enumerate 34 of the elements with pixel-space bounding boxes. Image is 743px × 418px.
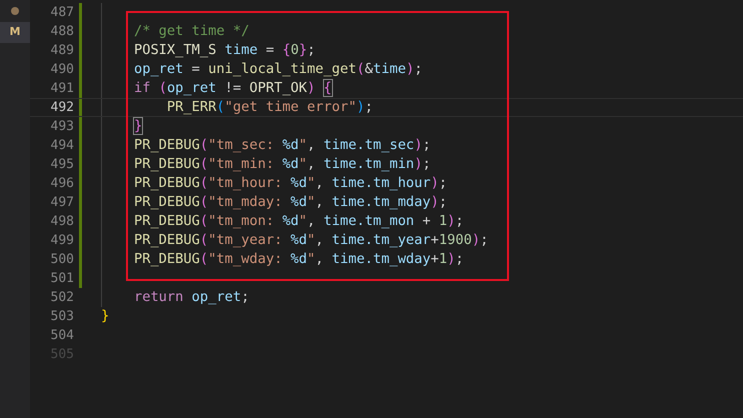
line-number: 501 xyxy=(50,270,74,288)
code-line: PR_DEBUG("tm_sec: %d", time.tm_sec); xyxy=(132,136,431,155)
line-number: 499 xyxy=(50,232,74,250)
code-line: PR_DEBUG("tm_min: %d", time.tm_min); xyxy=(132,155,431,174)
line-number: 495 xyxy=(50,156,74,174)
line-number: 496 xyxy=(50,175,74,193)
line-number: 494 xyxy=(50,137,74,155)
line-number: 492 xyxy=(50,99,74,117)
line-number: 503 xyxy=(50,308,74,326)
line-number: 497 xyxy=(50,194,74,212)
line-number: 491 xyxy=(50,80,74,98)
code-line: } xyxy=(101,307,110,326)
code-line: return op_ret; xyxy=(132,288,250,307)
code-line: PR_DEBUG("tm_hour: %d", time.tm_hour); xyxy=(132,174,448,193)
modified-badge[interactable]: M xyxy=(0,22,30,43)
code-line: PR_DEBUG("tm_mday: %d", time.tm_mday); xyxy=(132,193,448,212)
code-line: /* get time */ xyxy=(132,22,250,41)
line-number: 488 xyxy=(50,23,74,41)
line-number: 493 xyxy=(50,118,74,136)
line-number: 490 xyxy=(50,61,74,79)
code-line: op_ret = uni_local_time_get(&time); xyxy=(132,60,422,79)
line-number: 487 xyxy=(50,4,74,22)
code-line: } xyxy=(134,117,142,136)
line-number: 498 xyxy=(50,213,74,231)
code-line: POSIX_TM_S time = {0}; xyxy=(132,41,316,60)
line-number: 489 xyxy=(50,42,74,60)
code-line: PR_ERR("get time error"); xyxy=(166,98,373,117)
line-number: 500 xyxy=(50,251,74,269)
line-number: 504 xyxy=(50,327,74,345)
line-number: 502 xyxy=(50,289,74,307)
code-line: PR_DEBUG("tm_year: %d", time.tm_year+1900); xyxy=(132,231,488,250)
code-line: PR_DEBUG("tm_wday: %d", time.tm_wday+1); xyxy=(132,250,464,269)
code-line: PR_DEBUG("tm_mon: %d", time.tm_mon + 1); xyxy=(132,212,464,231)
code-line: if (op_ret != OPRT_OK) { xyxy=(132,79,332,98)
